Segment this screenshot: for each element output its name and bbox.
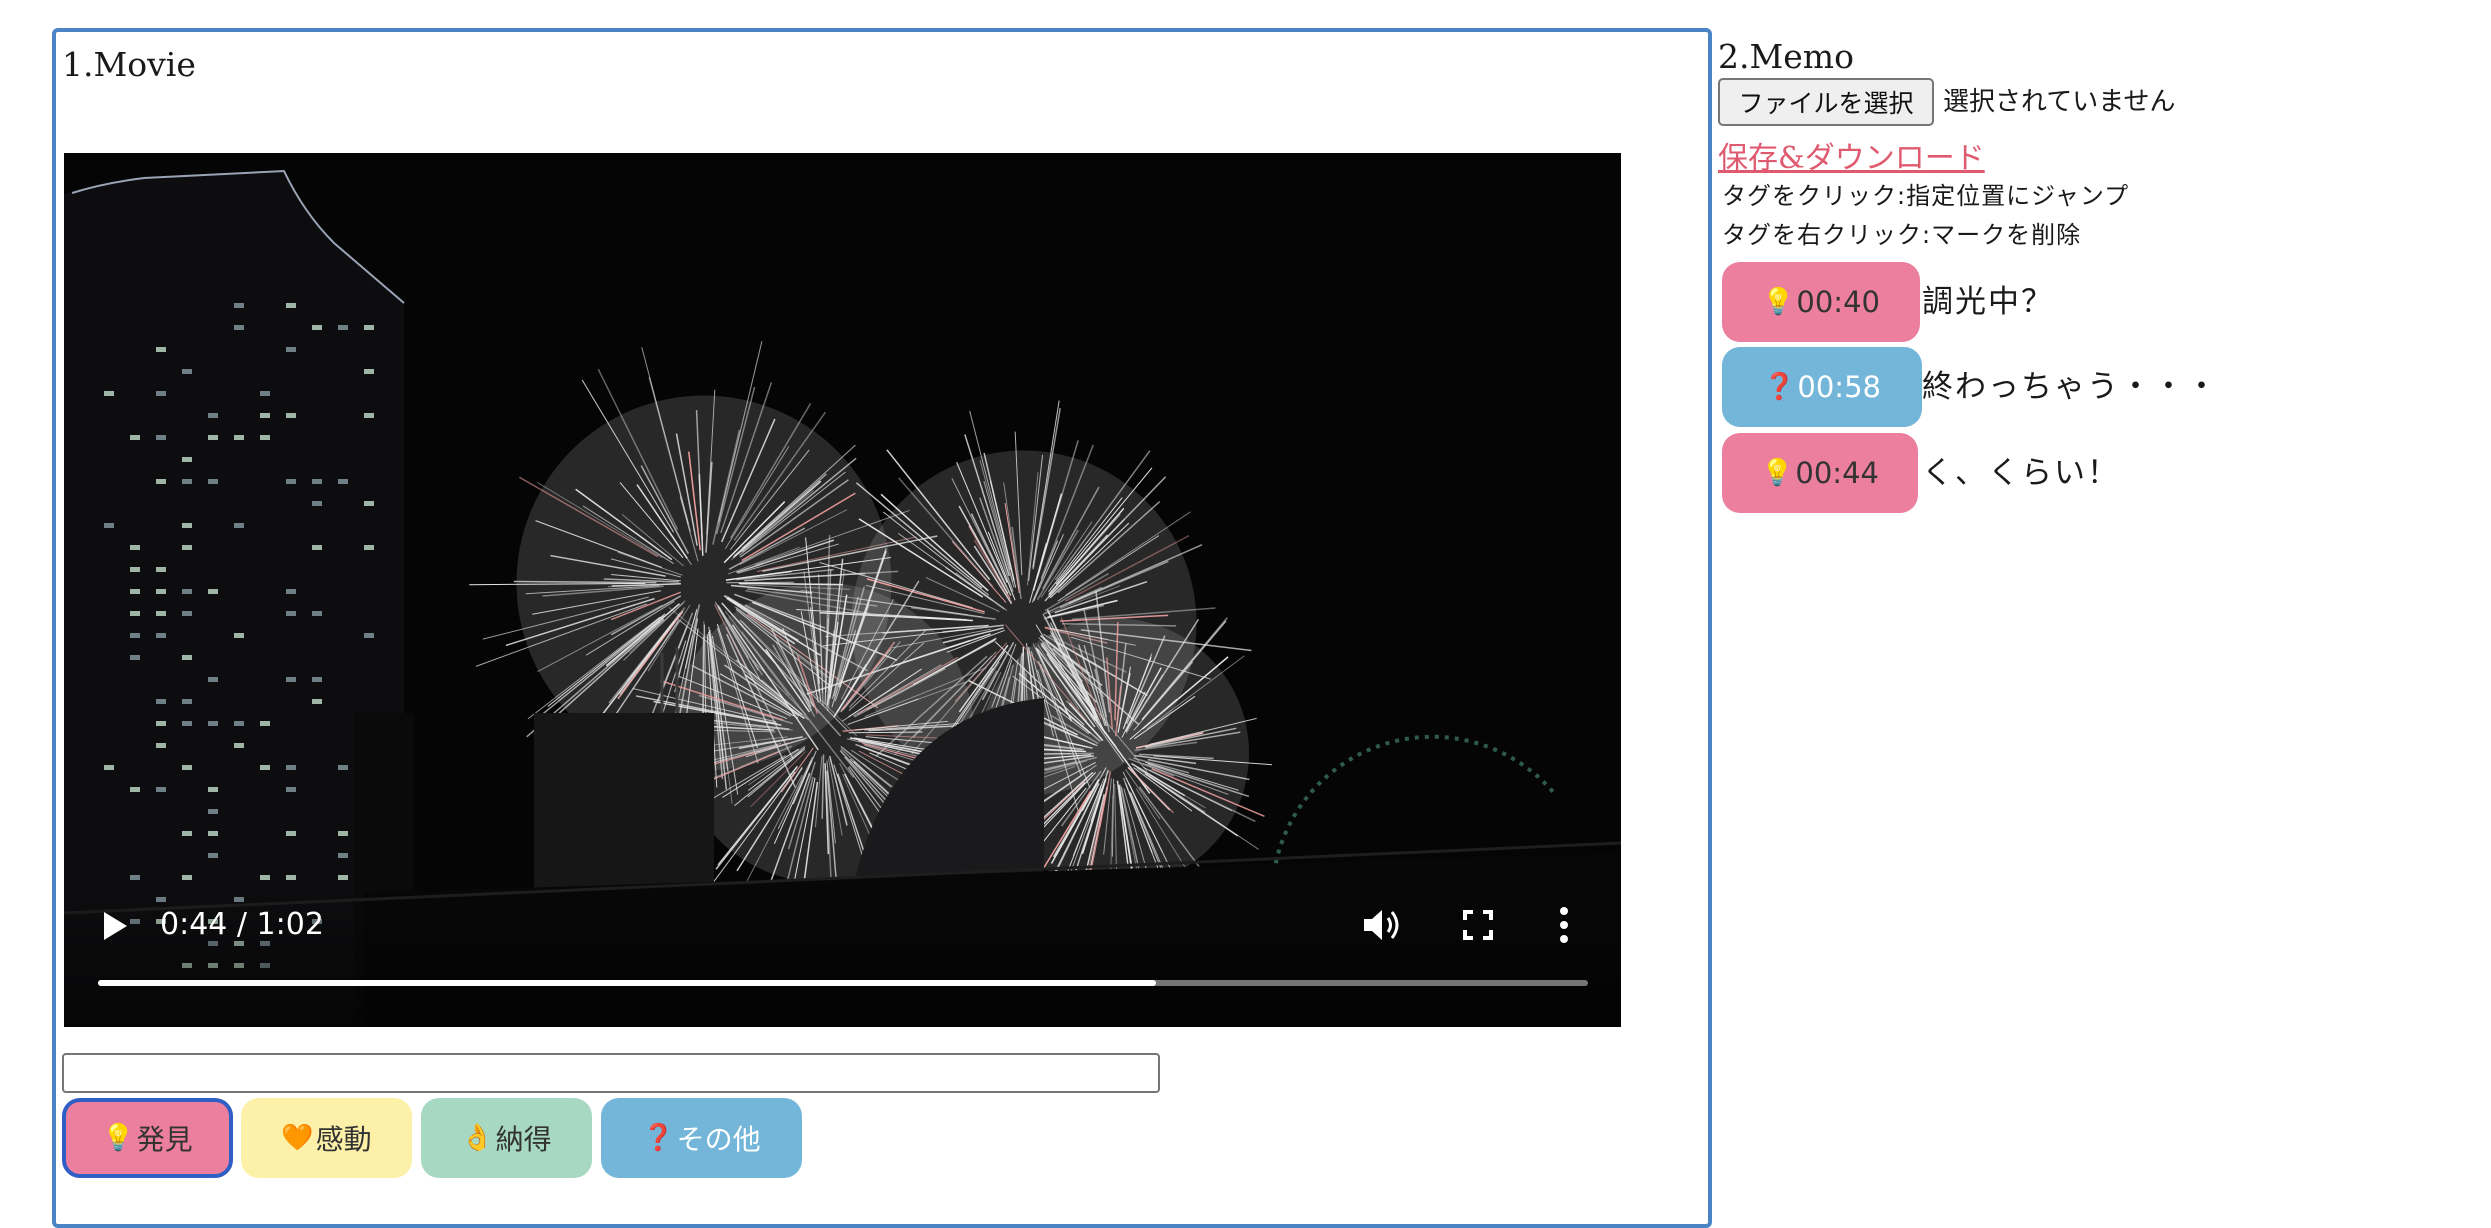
tag-button-moved[interactable]: 🧡 感動	[241, 1098, 412, 1178]
playback-time: 0:44 / 1:02	[160, 907, 324, 943]
save-download-link[interactable]: 保存&ダウンロード	[1718, 133, 1985, 177]
lightbulb-icon: 💡	[102, 1123, 134, 1153]
question-mark-icon: ❓	[642, 1123, 674, 1153]
mark-time: 00:40	[1796, 285, 1880, 319]
file-status-text: 選択されていません	[1943, 84, 2175, 120]
tag-button-convinced[interactable]: 👌 納得	[421, 1098, 592, 1178]
mark-tag-button[interactable]: 💡 00:44	[1722, 433, 1918, 513]
seek-bar[interactable]	[98, 980, 1588, 986]
lightbulb-icon: 💡	[1762, 287, 1794, 317]
tag-button-label: 感動	[316, 1118, 372, 1158]
tag-button-label: 発見	[137, 1118, 193, 1158]
movie-panel: 1.Movie 0:44 / 1:02	[52, 28, 1712, 1228]
memo-section-title: 2.Memo	[1718, 40, 1854, 73]
mark-tag-button[interactable]: ❓ 00:58	[1722, 347, 1922, 427]
mark-note: 調光中？	[1922, 262, 2054, 342]
mark-note: 終わっちゃう・・・	[1922, 347, 2219, 427]
question-mark-icon: ❓	[1763, 372, 1795, 402]
mark-time: 00:44	[1795, 456, 1879, 490]
choose-file-button[interactable]: ファイルを選択	[1718, 78, 1934, 126]
tag-button-label: 納得	[496, 1118, 552, 1158]
movie-section-title: 1.Movie	[62, 48, 196, 81]
more-options-icon[interactable]	[1556, 905, 1572, 945]
ok-hand-icon: 👌	[461, 1123, 493, 1153]
memo-text-input[interactable]	[62, 1053, 1160, 1093]
video-player[interactable]: 0:44 / 1:02	[64, 153, 1621, 1027]
tag-button-discovery[interactable]: 💡 発見	[62, 1098, 233, 1178]
play-icon[interactable]	[100, 909, 130, 943]
tag-button-other[interactable]: ❓ その他	[601, 1098, 802, 1178]
mark-tag-button[interactable]: 💡 00:40	[1722, 262, 1920, 342]
mark-note: く、くらい！	[1922, 433, 2120, 513]
tag-button-label: その他	[677, 1118, 761, 1158]
volume-icon[interactable]	[1360, 905, 1404, 945]
seek-bar-progress	[98, 980, 1156, 986]
lightbulb-icon: 💡	[1761, 458, 1793, 488]
fullscreen-icon[interactable]	[1462, 909, 1494, 941]
help-text-right-click: タグを右クリック:マークを削除	[1722, 219, 2081, 251]
mark-time: 00:58	[1797, 370, 1881, 404]
help-text-click: タグをクリック:指定位置にジャンプ	[1722, 180, 2129, 212]
orange-heart-icon: 🧡	[281, 1123, 313, 1153]
